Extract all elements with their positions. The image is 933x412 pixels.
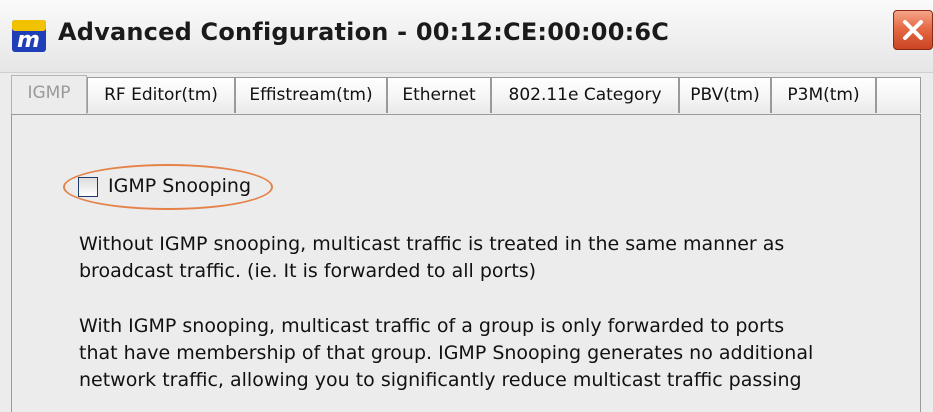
snooping-on-description: With IGMP snooping, multicast traffic of… xyxy=(79,315,814,391)
tab-pbv[interactable]: PBV(tm) xyxy=(679,77,771,113)
igmp-snooping-label[interactable]: IGMP Snooping xyxy=(108,175,251,197)
tab-802-11e-category[interactable]: 802.11e Category xyxy=(491,77,679,113)
tab-p3m[interactable]: P3M(tm) xyxy=(771,77,876,113)
close-icon xyxy=(903,20,923,40)
window-left-edge xyxy=(0,73,8,412)
window-right-edge xyxy=(921,73,933,412)
tab-rf-editor[interactable]: RF Editor(tm) xyxy=(87,77,235,113)
igmp-snooping-checkbox[interactable] xyxy=(78,177,98,197)
close-button[interactable] xyxy=(893,10,933,50)
tab-ethernet[interactable]: Ethernet xyxy=(387,77,491,113)
svg-text:m: m xyxy=(17,28,40,52)
window-title: Advanced Configuration - 00:12:CE:00:00:… xyxy=(58,18,670,46)
tab-effistream[interactable]: Effistream(tm) xyxy=(235,77,387,113)
snooping-off-description: Without IGMP snooping, multicast traffic… xyxy=(79,233,785,282)
title-bar[interactable]: m Advanced Configuration - 00:12:CE:00:0… xyxy=(0,0,933,73)
tab-strip-filler xyxy=(876,77,921,113)
advanced-configuration-window: m Advanced Configuration - 00:12:CE:00:0… xyxy=(0,0,933,412)
tab-igmp[interactable]: IGMP xyxy=(11,75,87,115)
app-logo-icon: m xyxy=(12,20,46,53)
tab-strip: IGMP RF Editor(tm) Effistream(tm) Ethern… xyxy=(11,73,921,115)
